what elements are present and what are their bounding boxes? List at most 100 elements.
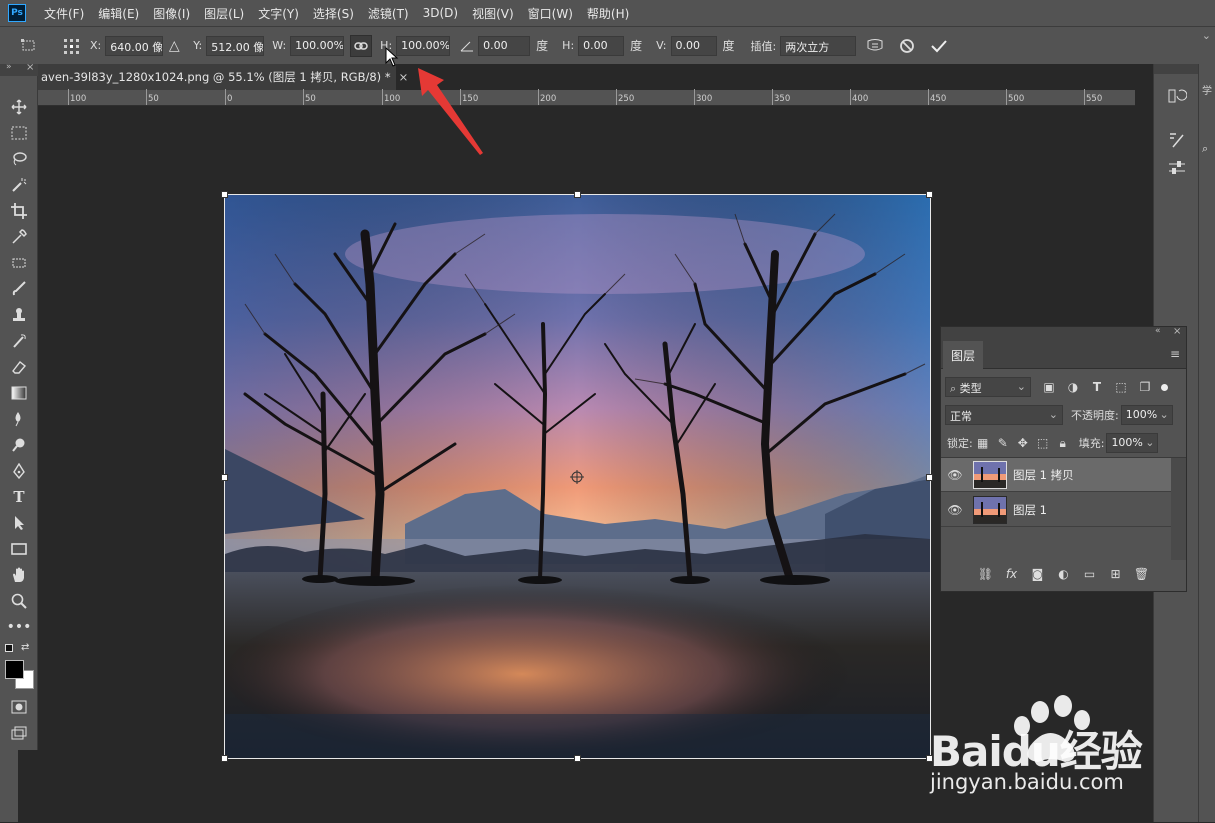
layer-row[interactable]: 👁︎ 图层 1 — [941, 493, 1171, 527]
layer-name[interactable]: 图层 1 — [1013, 502, 1047, 518]
x-field[interactable]: 640.00 像素 — [105, 35, 164, 56]
layers-panel-header[interactable]: « × — [941, 326, 1186, 341]
menu-select[interactable]: 选择(S) — [313, 5, 354, 22]
transform-bounding-box[interactable] — [224, 194, 931, 759]
menu-filter[interactable]: 滤镜(T) — [368, 5, 409, 22]
hskew-field[interactable]: 0.00 — [578, 35, 625, 56]
eraser-tool-icon[interactable] — [8, 356, 30, 378]
crop-tool-icon[interactable] — [8, 200, 30, 222]
brush-panel-icon[interactable] — [1167, 130, 1187, 150]
transform-handle[interactable] — [926, 191, 933, 198]
menu-type[interactable]: 文字(Y) — [258, 5, 299, 22]
lock-artboard-icon[interactable]: ⬚ — [1033, 436, 1053, 450]
gradient-tool-icon[interactable] — [8, 382, 30, 404]
transform-handle[interactable] — [221, 755, 228, 762]
healing-brush-tool-icon[interactable] — [8, 252, 30, 274]
filter-adjustment-icon[interactable]: ◑ — [1063, 380, 1083, 394]
lasso-tool-icon[interactable] — [8, 148, 30, 170]
dodge-tool-icon[interactable] — [8, 434, 30, 456]
screen-mode-icon[interactable] — [8, 722, 30, 744]
blur-tool-icon[interactable] — [8, 408, 30, 430]
transform-handle[interactable] — [926, 474, 933, 481]
blend-mode-select[interactable]: 正常 ⌄ — [945, 405, 1063, 425]
transform-handle[interactable] — [221, 474, 228, 481]
link-layers-icon[interactable]: ⛓︎ — [976, 567, 996, 581]
menu-edit[interactable]: 编辑(E) — [98, 5, 139, 22]
filter-shape-icon[interactable]: ⬚ — [1111, 380, 1131, 394]
opacity-field[interactable]: 100% ⌄ — [1120, 405, 1173, 425]
menu-layer[interactable]: 图层(L) — [204, 5, 244, 22]
lock-transparent-icon[interactable]: ▦ — [973, 436, 993, 450]
type-tool-icon[interactable]: T — [8, 486, 30, 508]
move-tool-icon[interactable] — [8, 96, 30, 118]
new-group-icon[interactable]: ▭ — [1080, 567, 1100, 581]
history-panel-icon[interactable] — [1167, 86, 1188, 106]
path-selection-tool-icon[interactable] — [8, 512, 30, 534]
close-panel-icon[interactable]: × — [1173, 326, 1181, 337]
menu-image[interactable]: 图像(I) — [153, 5, 190, 22]
horizontal-ruler[interactable]: 100 50 0 50 100 150 200 250 300 350 400 … — [38, 89, 1135, 106]
rectangle-tool-icon[interactable] — [8, 538, 30, 560]
panel-menu-icon[interactable]: ≡ — [1170, 347, 1180, 361]
vskew-field[interactable]: 0.00 — [670, 35, 717, 56]
cancel-transform-icon[interactable] — [896, 35, 918, 57]
search-icon[interactable]: ⌕ — [1202, 142, 1208, 156]
foreground-color-swatch[interactable] — [5, 660, 24, 679]
visibility-eye-icon[interactable]: 👁︎ — [941, 503, 969, 517]
layer-list-scrollbar[interactable] — [1171, 458, 1186, 560]
tab-layers[interactable]: 图层 — [943, 341, 983, 369]
transform-tool-icon[interactable] — [18, 35, 40, 57]
default-colors-icon[interactable] — [5, 644, 13, 652]
height-field[interactable]: 100.00% — [396, 35, 451, 56]
angle-field[interactable]: 0.00 — [478, 35, 531, 56]
lock-image-icon[interactable]: ✎ — [993, 436, 1013, 450]
marquee-tool-icon[interactable] — [8, 122, 30, 144]
adjustments-panel-icon[interactable] — [1167, 158, 1187, 178]
delete-layer-icon[interactable]: 🗑︎ — [1132, 567, 1152, 581]
menu-view[interactable]: 视图(V) — [472, 5, 514, 22]
history-brush-tool-icon[interactable] — [8, 330, 30, 352]
new-layer-icon[interactable]: ⊞ — [1106, 567, 1126, 581]
reference-point-icon[interactable] — [60, 35, 82, 57]
menu-help[interactable]: 帮助(H) — [587, 5, 629, 22]
new-adjustment-layer-icon[interactable]: ◐ — [1054, 567, 1074, 581]
zoom-tool-icon[interactable] — [8, 590, 30, 612]
y-field[interactable]: 512.00 像素 — [206, 35, 265, 56]
swap-colors-icon[interactable]: ⇄ — [21, 642, 29, 653]
quick-mask-icon[interactable] — [8, 696, 30, 718]
delta-icon[interactable]: △ — [163, 35, 185, 57]
dock-header[interactable] — [1154, 64, 1199, 74]
collapse-icon[interactable]: » — [6, 62, 12, 72]
more-tools-icon[interactable]: ••• — [7, 616, 32, 638]
collapse-panel-icon[interactable]: « — [1155, 326, 1161, 336]
filter-toggle-icon[interactable] — [1161, 383, 1168, 391]
layer-style-fx-icon[interactable]: fx — [1002, 567, 1022, 581]
lock-position-icon[interactable]: ✥ — [1013, 436, 1033, 450]
warp-icon[interactable] — [864, 35, 886, 57]
close-tab-icon[interactable]: × — [399, 70, 409, 84]
transform-handle[interactable] — [574, 191, 581, 198]
pen-tool-icon[interactable] — [8, 460, 30, 482]
width-field[interactable]: 100.00% — [290, 35, 345, 56]
menu-3d[interactable]: 3D(D) — [423, 6, 458, 20]
interpolation-select[interactable]: 两次立方 ⌄ — [780, 29, 1211, 56]
filter-type-icon[interactable]: T — [1087, 380, 1107, 394]
filter-smart-object-icon[interactable]: ❐ — [1135, 380, 1155, 394]
magic-wand-tool-icon[interactable] — [8, 174, 30, 196]
document-tab[interactable]: aven-39l83y_1280x1024.png @ 55.1% (图层 1 … — [38, 64, 408, 90]
filter-pixel-icon[interactable]: ▣ — [1039, 380, 1059, 394]
transform-handle[interactable] — [574, 755, 581, 762]
hand-tool-icon[interactable] — [8, 564, 30, 586]
vertical-ruler[interactable] — [0, 750, 18, 822]
fill-field[interactable]: 100% ⌄ — [1106, 433, 1159, 453]
visibility-eye-icon[interactable]: 👁︎ — [941, 468, 969, 482]
brush-tool-icon[interactable] — [8, 278, 30, 300]
commit-transform-icon[interactable] — [928, 35, 950, 57]
eyedropper-tool-icon[interactable] — [8, 226, 30, 248]
menu-window[interactable]: 窗口(W) — [528, 5, 573, 22]
layer-row[interactable]: 👁︎ 图层 1 拷贝 — [941, 458, 1171, 492]
tools-panel-header[interactable]: » × — [0, 62, 38, 76]
transform-handle[interactable] — [221, 191, 228, 198]
learn-panel-label[interactable]: 学 — [1202, 82, 1212, 97]
lock-all-icon[interactable]: 🔒︎ — [1053, 436, 1073, 451]
